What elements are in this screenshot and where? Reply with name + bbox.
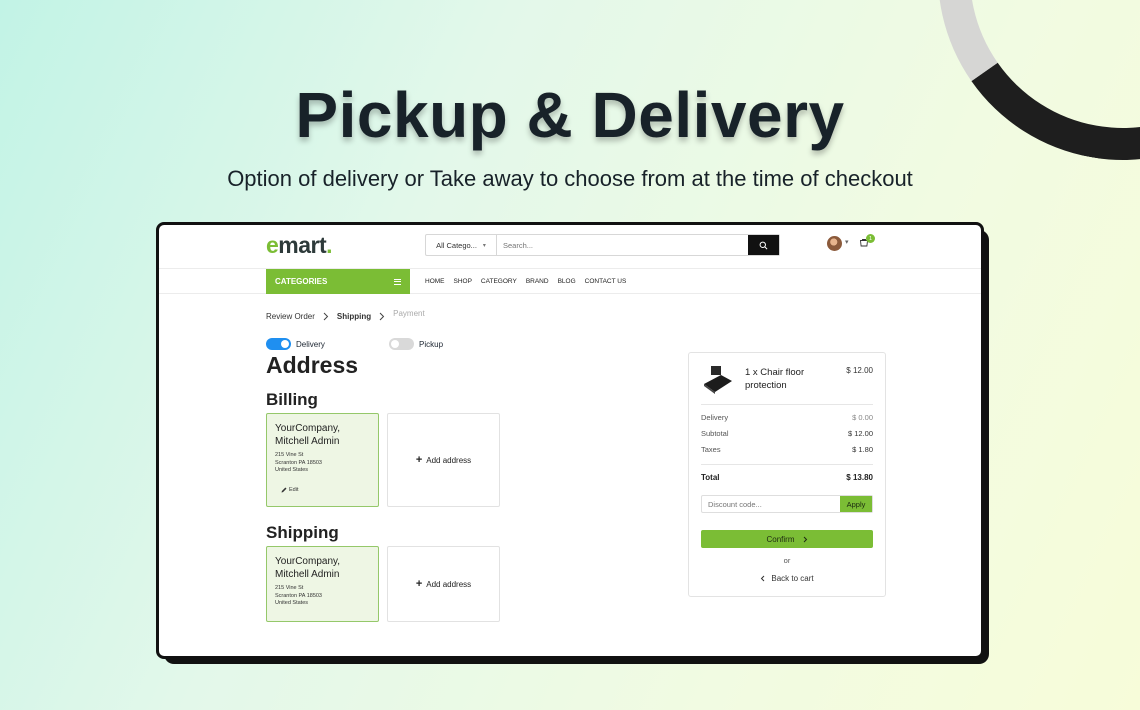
- logo-dot: .: [326, 232, 333, 258]
- nav-link-blog[interactable]: BLOG: [558, 278, 576, 285]
- logo-e: e: [266, 232, 279, 258]
- emart-logo[interactable]: emart.: [266, 232, 333, 259]
- address-name-line1: YourCompany,: [275, 423, 341, 434]
- pickup-toggle[interactable]: [389, 338, 414, 350]
- edit-label: Edit: [289, 487, 299, 493]
- billing-title: Billing: [266, 390, 318, 409]
- address-city: Scranton PA 18503: [275, 459, 322, 466]
- apply-discount-button[interactable]: Apply: [840, 496, 872, 512]
- delivery-cost-label: Delivery: [701, 413, 729, 422]
- add-address-label: Add address: [426, 579, 472, 589]
- back-to-cart-link[interactable]: Back to cart: [689, 574, 885, 583]
- subtotal-row: Subtotal $ 12.00: [701, 429, 873, 438]
- shipping-title: Shipping: [266, 523, 339, 542]
- confirm-label: Confirm: [766, 534, 795, 544]
- nav-link-contact[interactable]: CONTACT US: [585, 278, 627, 285]
- chevron-right-icon: [379, 312, 385, 321]
- back-to-cart-label: Back to cart: [771, 574, 814, 583]
- logo-text: mart: [278, 232, 327, 258]
- subtotal-label: Subtotal: [701, 429, 729, 438]
- add-address-label: Add address: [426, 455, 472, 465]
- address-name-line2: Mitchell Admin: [275, 569, 340, 580]
- search-button[interactable]: [748, 235, 779, 255]
- nav-link-shop[interactable]: SHOP: [454, 278, 472, 285]
- edit-address-link[interactable]: Edit: [281, 487, 298, 493]
- address-street: 215 Vine St: [275, 585, 304, 591]
- chevron-right-icon: [803, 536, 807, 542]
- breadcrumb-payment: Payment: [393, 309, 425, 318]
- nav-link-home[interactable]: HOME: [425, 278, 445, 285]
- category-select-value: All Catego...: [436, 240, 477, 250]
- plus-icon: +: [415, 578, 423, 590]
- delivery-label: Delivery: [296, 339, 325, 349]
- order-summary: 1 x Chair floor protection $ 12.00 Deliv…: [688, 352, 886, 597]
- taxes-label: Taxes: [701, 445, 721, 454]
- shipping-address-card[interactable]: YourCompany, Mitchell Admin 215 Vine St …: [266, 546, 379, 622]
- taxes-row: Taxes $ 1.80: [701, 445, 873, 454]
- categories-label: CATEGORIES: [275, 277, 328, 286]
- divider: [701, 404, 873, 405]
- chevron-right-icon: [323, 312, 329, 321]
- avatar[interactable]: [827, 236, 842, 251]
- delivery-toggle[interactable]: [266, 338, 291, 350]
- total-label: Total: [701, 473, 720, 482]
- main-nav: CATEGORIES HOME SHOP CATEGORY BRAND BLOG…: [159, 269, 981, 294]
- address-city: Scranton PA 18503: [275, 592, 322, 599]
- chevron-left-icon: [761, 575, 765, 582]
- pickup-label: Pickup: [419, 339, 444, 349]
- menu-icon: [394, 278, 401, 285]
- nav-link-brand[interactable]: BRAND: [526, 278, 549, 285]
- confirm-button[interactable]: Confirm: [701, 530, 873, 548]
- delivery-row: Delivery $ 0.00: [701, 413, 873, 422]
- discount-code-input[interactable]: [702, 496, 840, 512]
- chevron-down-icon[interactable]: ▾: [845, 238, 849, 246]
- plus-icon: +: [415, 454, 423, 466]
- taxes-value: $ 1.80: [852, 445, 873, 454]
- add-shipping-address-button[interactable]: + Add address: [387, 546, 500, 622]
- breadcrumb-review-order[interactable]: Review Order: [266, 312, 315, 321]
- total-value: $ 13.80: [846, 473, 873, 482]
- delivery-cost-value: $ 0.00: [852, 413, 873, 422]
- subtotal-value: $ 12.00: [847, 429, 873, 438]
- address-country: United States: [275, 600, 309, 606]
- product-price: $ 12.00: [846, 366, 873, 375]
- delivery-toggle-row: Delivery: [266, 338, 325, 350]
- toggle-knob: [391, 340, 399, 348]
- site-header: emart. All Catego... ▾ ▾ 1: [159, 225, 981, 269]
- checkout-breadcrumb: Review Order Shipping Payment: [266, 309, 425, 321]
- nav-link-category[interactable]: CATEGORY: [481, 278, 517, 285]
- search-icon: [759, 241, 768, 249]
- browser-frame: emart. All Catego... ▾ ▾ 1 CATEGORIES HO…: [156, 222, 984, 659]
- categories-button[interactable]: CATEGORIES: [266, 269, 410, 294]
- breadcrumb-shipping: Shipping: [336, 312, 372, 321]
- toggle-knob: [281, 340, 289, 348]
- product-name[interactable]: 1 x Chair floor protection: [745, 366, 830, 392]
- total-row: Total $ 13.80: [701, 473, 873, 482]
- search-input[interactable]: [497, 235, 748, 255]
- address-country: United States: [275, 467, 309, 473]
- address-street: 215 Vine St: [275, 452, 304, 458]
- cart-count-badge: 1: [866, 234, 875, 243]
- nav-links: HOME SHOP CATEGORY BRAND BLOG CONTACT US: [425, 269, 626, 294]
- hero-subtitle: Option of delivery or Take away to choos…: [227, 166, 913, 191]
- add-billing-address-button[interactable]: + Add address: [387, 413, 500, 507]
- discount-field: Apply: [701, 495, 873, 513]
- address-name-line1: YourCompany,: [275, 556, 341, 567]
- divider: [701, 464, 873, 465]
- category-select[interactable]: All Catego... ▾: [426, 235, 497, 255]
- chevron-down-icon: ▾: [482, 242, 486, 249]
- billing-address-card[interactable]: YourCompany, Mitchell Admin 215 Vine St …: [266, 413, 379, 507]
- product-thumbnail: [704, 366, 732, 394]
- pencil-icon: [281, 487, 287, 493]
- address-name-line2: Mitchell Admin: [275, 436, 340, 447]
- hero-title: Pickup & Delivery: [295, 79, 845, 151]
- search-bar: All Catego... ▾: [425, 234, 780, 256]
- address-title: Address: [266, 352, 359, 378]
- pickup-toggle-row: Pickup: [389, 338, 443, 350]
- or-separator: or: [783, 556, 791, 565]
